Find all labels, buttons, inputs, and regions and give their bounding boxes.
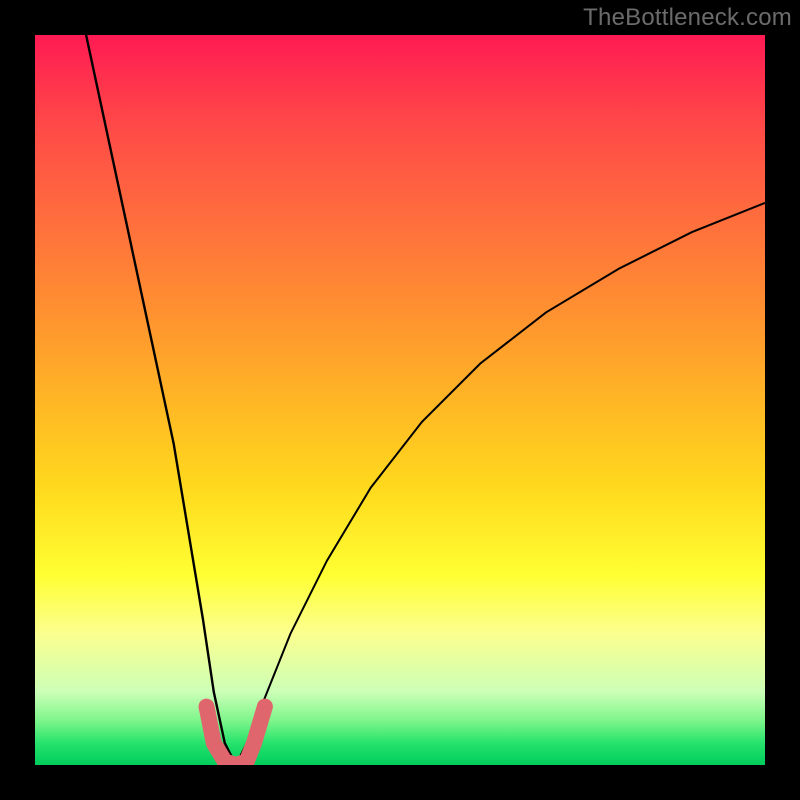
curve-right-branch bbox=[236, 203, 765, 765]
watermark-text: TheBottleneck.com bbox=[583, 4, 792, 32]
chart-svg bbox=[35, 35, 765, 765]
trough-highlight bbox=[207, 707, 265, 765]
curve-left-branch bbox=[86, 35, 236, 765]
plot-area bbox=[35, 35, 765, 765]
chart-frame: TheBottleneck.com bbox=[0, 0, 800, 800]
